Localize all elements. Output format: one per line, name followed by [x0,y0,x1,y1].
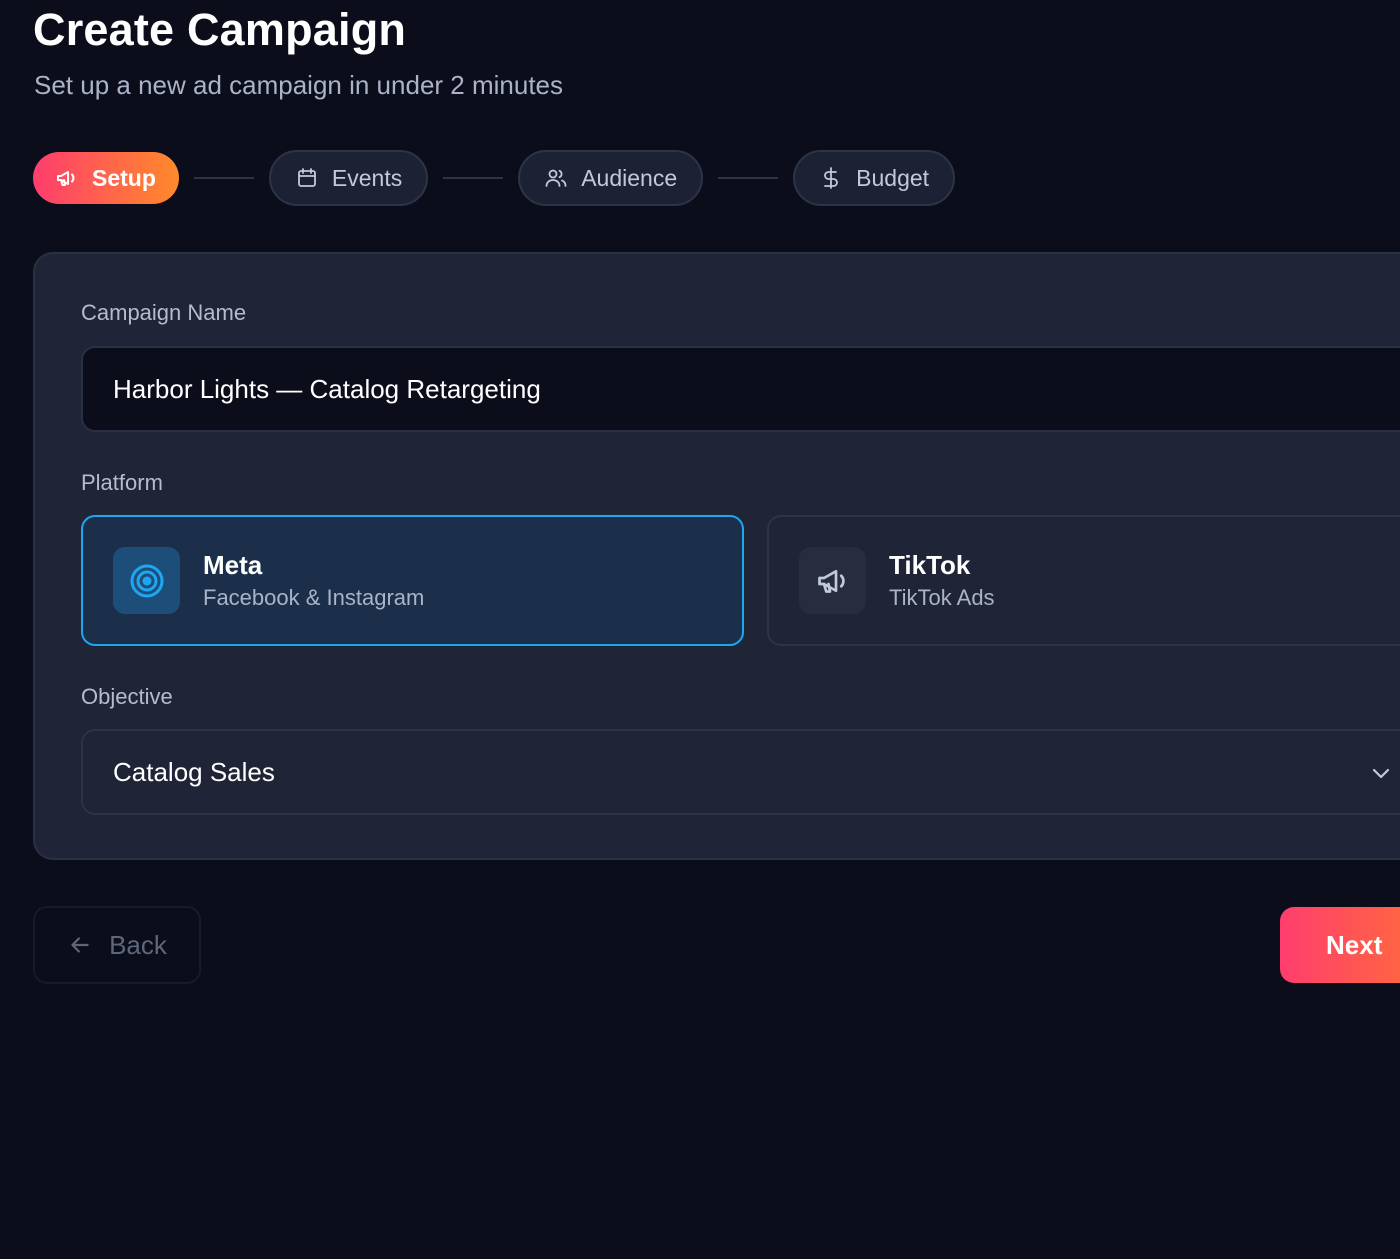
dollar-icon [819,166,843,190]
create-campaign-page: Create Campaign Set up a new ad campaign… [0,0,1400,1259]
megaphone-icon [799,547,866,614]
step-events[interactable]: Events [268,150,429,206]
back-label: Back [109,929,167,960]
step-connector [443,177,504,179]
objective-value: Catalog Sales [113,756,275,787]
platform-option-tiktok[interactable]: TikTok TikTok Ads [767,515,1400,646]
page-title: Create Campaign [33,4,407,55]
platform-label: Platform [81,470,163,495]
target-icon [113,547,180,614]
step-connector [718,177,779,179]
next-button[interactable]: Next [1280,907,1400,983]
step-setup[interactable]: Setup [33,152,179,204]
platform-name: Meta [203,550,263,580]
page-subtitle: Set up a new ad campaign in under 2 minu… [34,70,564,100]
platform-option-meta[interactable]: Meta Facebook & Instagram [81,515,744,646]
platform-name: TikTok [889,550,971,580]
calendar-icon [295,166,319,190]
platform-description: TikTok Ads [889,585,995,610]
step-label: Budget [856,164,930,191]
campaign-form-card: Campaign Name Platform Meta Facebook & I… [33,252,1400,860]
step-label: Events [331,164,403,191]
arrow-left-icon [67,932,93,958]
users-icon [544,166,568,190]
step-label: Audience [581,164,678,191]
campaign-name-label: Campaign Name [81,300,247,325]
campaign-name-input[interactable] [81,346,1400,432]
chevron-down-icon [1369,761,1393,785]
back-button[interactable]: Back [33,906,201,984]
platform-description: Facebook & Instagram [203,585,425,610]
next-label: Next [1326,929,1383,960]
step-audience[interactable]: Audience [518,150,704,206]
step-budget[interactable]: Budget [793,150,956,206]
step-label: Setup [92,164,156,191]
step-connector [193,177,254,179]
objective-select[interactable]: Catalog Sales [81,729,1400,815]
megaphone-icon [55,166,79,190]
objective-label: Objective [81,684,173,709]
stepper: Setup Events Audience Budget [33,150,956,206]
